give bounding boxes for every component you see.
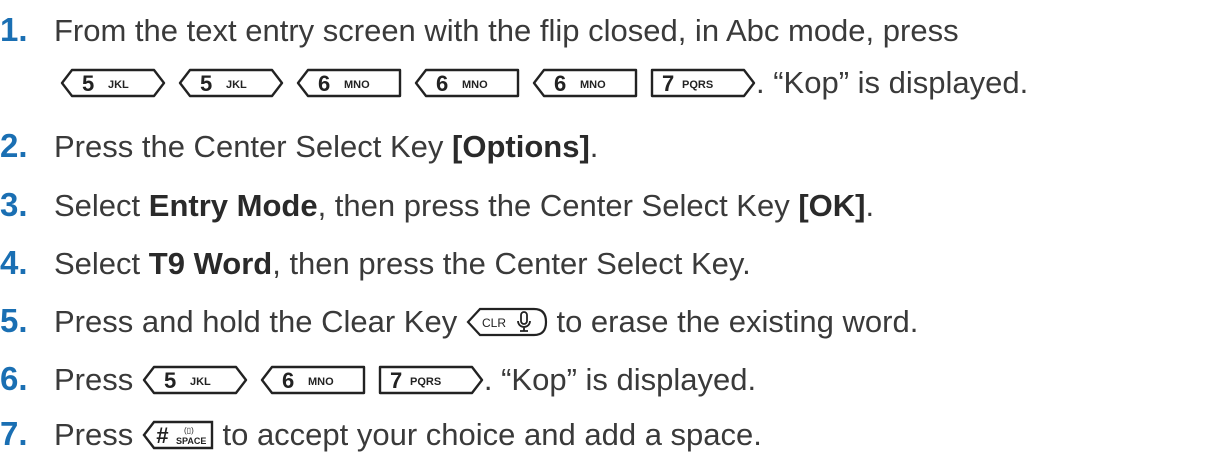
key-7-pqrs-icon: 7 PQRS: [650, 68, 756, 98]
svg-text:PQRS: PQRS: [410, 376, 441, 388]
step-2: 2. Press the Center Select Key [Options].: [0, 126, 598, 167]
clear-key-icon: CLR: [466, 307, 548, 337]
svg-text:5: 5: [200, 71, 212, 96]
svg-text:6: 6: [436, 71, 448, 96]
svg-text:(▯): (▯): [184, 426, 194, 435]
instruction-steps: 1. From the text entry screen with the fl…: [0, 0, 1205, 459]
key-7-pqrs-icon: 7 PQRS: [378, 365, 484, 395]
step-number: 4.: [0, 244, 28, 281]
pound-space-key-icon: # SPACE (▯): [142, 420, 214, 450]
step-6: 6. Press 5 JKL 6 MNO 7 PQRS . “Kop” is displaye…: [0, 359, 756, 400]
step-text: . “Kop” is displayed.: [756, 65, 1029, 100]
step-text: From the text entry screen with the flip…: [54, 13, 959, 48]
softkey-label: [Options]: [452, 129, 590, 164]
step-number: 5.: [0, 302, 28, 339]
step-7: 7. Press # SPACE (▯) to accept your choice …: [0, 414, 762, 455]
svg-text:SPACE: SPACE: [176, 436, 206, 446]
svg-text:MNO: MNO: [308, 376, 334, 388]
key-6-mno-icon: 6 MNO: [532, 68, 638, 98]
key-6-mno-icon: 6 MNO: [414, 68, 520, 98]
step-number: 2.: [0, 127, 28, 164]
step-text: Press and hold the Clear Key: [54, 304, 466, 339]
svg-text:6: 6: [554, 71, 566, 96]
svg-text:JKL: JKL: [226, 79, 247, 91]
svg-text:#: #: [156, 423, 169, 448]
svg-text:5: 5: [82, 71, 94, 96]
key-5-jkl-icon: 5 JKL: [60, 68, 166, 98]
menu-item-label: T9 Word: [148, 246, 273, 281]
svg-text:5: 5: [164, 368, 176, 393]
step-number: 6.: [0, 360, 28, 397]
svg-text:JKL: JKL: [190, 376, 211, 388]
softkey-label: [OK]: [798, 188, 866, 223]
svg-text:MNO: MNO: [580, 79, 606, 91]
step-text: Press: [54, 362, 142, 397]
svg-text:JKL: JKL: [108, 79, 129, 91]
svg-text:7: 7: [662, 71, 674, 96]
svg-text:6: 6: [282, 368, 294, 393]
step-1-continued: 5 JKL 5 JKL 6 MNO 6 MNO 6 MNO 7 PQRS . “Kop” is disp…: [60, 63, 1028, 103]
step-text: . “Kop” is displayed.: [483, 362, 757, 397]
step-text: , then press the Center Select Key: [317, 188, 799, 223]
step-text: Select: [54, 246, 149, 281]
step-text: .: [865, 188, 875, 223]
step-text: , then press the Center Select Key.: [272, 246, 751, 281]
step-1: 1. From the text entry screen with the fl…: [0, 10, 959, 51]
svg-text:MNO: MNO: [462, 79, 488, 91]
step-5: 5. Press and hold the Clear Key CLR to er…: [0, 301, 918, 342]
step-3: 3. Select Entry Mode, then press the Cent…: [0, 185, 874, 226]
svg-text:7: 7: [390, 368, 402, 393]
step-text: to accept your choice and add a space.: [213, 417, 762, 452]
step-4: 4. Select T9 Word, then press the Center …: [0, 243, 751, 284]
step-text: to erase the existing word.: [547, 304, 919, 339]
step-number: 1.: [0, 11, 28, 48]
step-number: 3.: [0, 186, 28, 223]
svg-text:CLR: CLR: [482, 316, 506, 330]
key-6-mno-icon: 6 MNO: [296, 68, 402, 98]
step-text: Select: [54, 188, 149, 223]
svg-text:6: 6: [318, 71, 330, 96]
key-5-jkl-icon: 5 JKL: [178, 68, 284, 98]
menu-item-label: Entry Mode: [148, 188, 318, 223]
step-text: Press: [54, 417, 142, 452]
svg-text:MNO: MNO: [344, 79, 370, 91]
step-number: 7.: [0, 415, 28, 452]
step-text: Press the Center Select Key: [54, 129, 453, 164]
key-5-jkl-icon: 5 JKL: [142, 365, 248, 395]
key-6-mno-icon: 6 MNO: [260, 365, 366, 395]
svg-text:PQRS: PQRS: [682, 79, 713, 91]
step-text: .: [589, 129, 599, 164]
